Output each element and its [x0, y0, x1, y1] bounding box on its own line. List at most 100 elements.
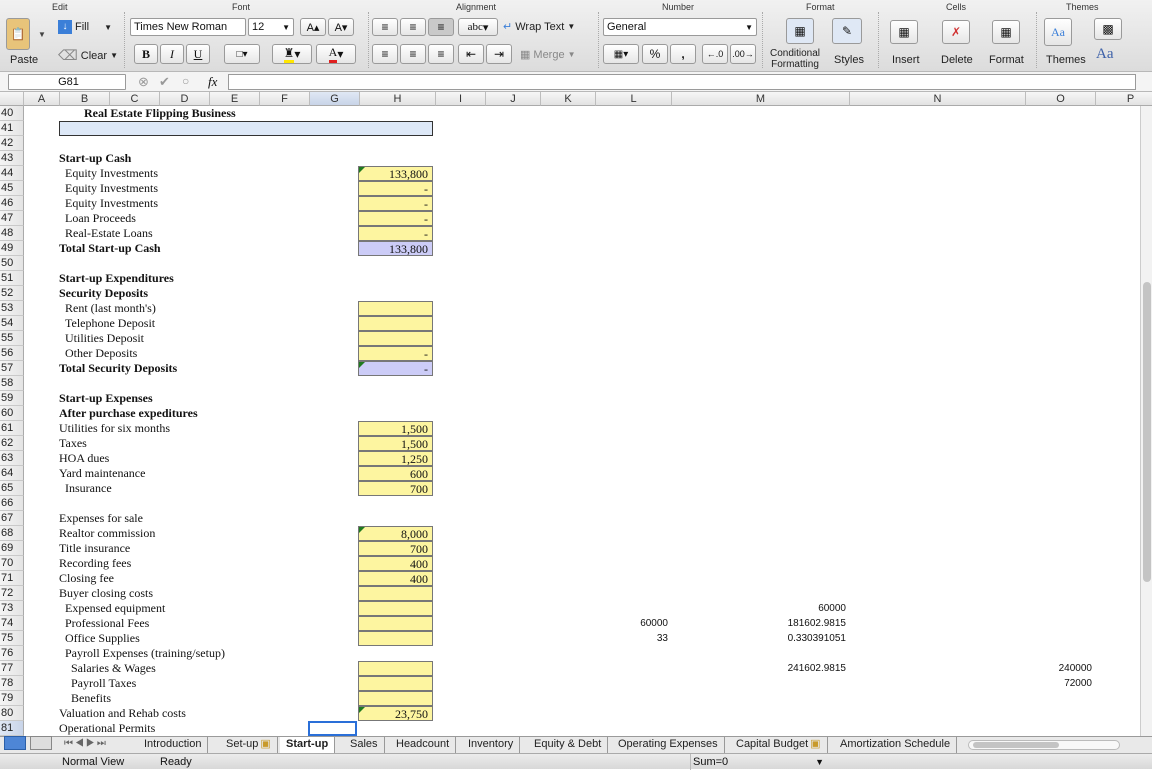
row-header[interactable]: 55: [0, 331, 24, 346]
cancel-icon[interactable]: ⊗: [138, 74, 149, 90]
tab-equity-debt[interactable]: Equity & Debt: [528, 737, 609, 753]
input-cell[interactable]: [358, 301, 433, 316]
input-cell[interactable]: [358, 631, 433, 646]
input-cell[interactable]: [358, 601, 433, 616]
row-header[interactable]: 66: [0, 496, 24, 511]
row-header[interactable]: 63: [0, 451, 24, 466]
conditional-formatting-button[interactable]: Conditional Formatting: [766, 48, 824, 70]
format-cells-icon[interactable]: ▦: [992, 20, 1020, 44]
numeric-cell[interactable]: 241602.9815: [776, 661, 846, 676]
row-header[interactable]: 56: [0, 346, 24, 361]
increase-indent-button[interactable]: ⇥: [486, 44, 512, 64]
numeric-cell[interactable]: 60000: [598, 616, 668, 631]
clear-button[interactable]: ⌫ Clear ▼: [58, 47, 118, 64]
row-header[interactable]: 49: [0, 241, 24, 256]
row-header[interactable]: 69: [0, 541, 24, 556]
row-label[interactable]: Security Deposits: [59, 286, 148, 301]
row-label[interactable]: Taxes: [59, 436, 87, 451]
formula-input[interactable]: [228, 74, 1136, 90]
row-header[interactable]: 54: [0, 316, 24, 331]
vertical-scroll-thumb[interactable]: [1143, 282, 1151, 582]
align-bottom-button[interactable]: ≡: [428, 18, 454, 36]
column-header-f[interactable]: F: [260, 92, 310, 106]
insert-button[interactable]: Insert: [892, 54, 920, 66]
function-wizard-icon[interactable]: ○: [182, 74, 189, 88]
wrap-text-button[interactable]: ↵ Wrap Text ▼: [503, 20, 575, 34]
row-label[interactable]: Insurance: [65, 481, 112, 496]
row-header[interactable]: 74: [0, 616, 24, 631]
input-cell[interactable]: [358, 616, 433, 631]
row-label[interactable]: Title insurance: [59, 541, 130, 556]
row-header[interactable]: 64: [0, 466, 24, 481]
theme-fonts-button[interactable]: Aa: [1096, 46, 1114, 63]
align-top-button[interactable]: ≡: [372, 18, 398, 36]
row-header[interactable]: 79: [0, 691, 24, 706]
numeric-cell[interactable]: 240000: [1022, 661, 1092, 676]
input-cell[interactable]: 400: [358, 556, 433, 571]
conditional-formatting-icon[interactable]: ▦: [786, 18, 814, 44]
row-header[interactable]: 75: [0, 631, 24, 646]
row-header[interactable]: 73: [0, 601, 24, 616]
row-header[interactable]: 67: [0, 511, 24, 526]
column-header-h[interactable]: H: [360, 92, 436, 106]
select-all-corner[interactable]: [0, 92, 24, 106]
underline-button[interactable]: U: [186, 44, 210, 64]
row-label[interactable]: After purchase expeditures: [59, 406, 198, 421]
input-cell[interactable]: -: [358, 181, 433, 196]
input-cell[interactable]: 133,800: [358, 241, 433, 256]
increase-font-button[interactable]: A▴: [300, 18, 326, 36]
decrease-decimal-button[interactable]: .00→: [730, 44, 756, 64]
merge-button[interactable]: ▦ Merge ▼: [520, 48, 576, 62]
font-name-select[interactable]: Times New Roman: [130, 18, 246, 36]
row-header[interactable]: 60: [0, 406, 24, 421]
row-label[interactable]: Total Security Deposits: [59, 361, 177, 376]
row-header[interactable]: 50: [0, 256, 24, 271]
sum-indicator[interactable]: Sum=0 ▼: [690, 754, 830, 770]
name-box[interactable]: G81: [8, 74, 126, 90]
percent-button[interactable]: %: [642, 44, 668, 64]
row-header[interactable]: 61: [0, 421, 24, 436]
tab-headcount[interactable]: Headcount: [390, 737, 457, 753]
column-header-k[interactable]: K: [541, 92, 596, 106]
row-header[interactable]: 44: [0, 166, 24, 181]
row-label[interactable]: Expensed equipment: [65, 601, 165, 616]
row-header[interactable]: 78: [0, 676, 24, 691]
row-header[interactable]: 70: [0, 556, 24, 571]
row-header[interactable]: 51: [0, 271, 24, 286]
borders-button[interactable]: □▾: [224, 44, 260, 64]
styles-button[interactable]: Styles: [834, 54, 864, 66]
row-label[interactable]: Benefits: [71, 691, 111, 706]
row-label[interactable]: Office Supplies: [65, 631, 140, 646]
row-header[interactable]: 53: [0, 301, 24, 316]
align-left-button[interactable]: ≡: [372, 44, 398, 64]
column-header-n[interactable]: N: [850, 92, 1026, 106]
column-header-c[interactable]: C: [110, 92, 160, 106]
styles-icon[interactable]: ✎: [832, 18, 862, 44]
row-header[interactable]: 68: [0, 526, 24, 541]
tab-inventory[interactable]: Inventory: [462, 737, 521, 753]
row-label[interactable]: Telephone Deposit: [65, 316, 155, 331]
row-label[interactable]: Equity Investments: [65, 196, 158, 211]
decrease-indent-button[interactable]: ⇤: [458, 44, 484, 64]
column-header-o[interactable]: O: [1026, 92, 1096, 106]
chevron-down-icon[interactable]: ▼: [38, 30, 46, 39]
bold-button[interactable]: B: [134, 44, 158, 64]
align-right-button[interactable]: ≡: [428, 44, 454, 64]
numeric-cell[interactable]: 33: [598, 631, 668, 646]
row-header[interactable]: 43: [0, 151, 24, 166]
column-header-a[interactable]: A: [24, 92, 60, 106]
row-header[interactable]: 42: [0, 136, 24, 151]
row-label[interactable]: Salaries & Wages: [71, 661, 156, 676]
input-cell[interactable]: 700: [358, 481, 433, 496]
column-header-i[interactable]: I: [436, 92, 486, 106]
row-header[interactable]: 52: [0, 286, 24, 301]
row-header[interactable]: 65: [0, 481, 24, 496]
fx-icon[interactable]: fx: [208, 74, 217, 90]
fill-color-button[interactable]: ♜ ▾: [272, 44, 312, 64]
input-cell[interactable]: -: [358, 226, 433, 241]
theme-colors-icon[interactable]: ▩: [1094, 18, 1122, 40]
row-label[interactable]: Valuation and Rehab costs: [59, 706, 186, 721]
row-header[interactable]: 40: [0, 106, 24, 121]
row-header[interactable]: 47: [0, 211, 24, 226]
row-label[interactable]: Buyer closing costs: [59, 586, 153, 601]
